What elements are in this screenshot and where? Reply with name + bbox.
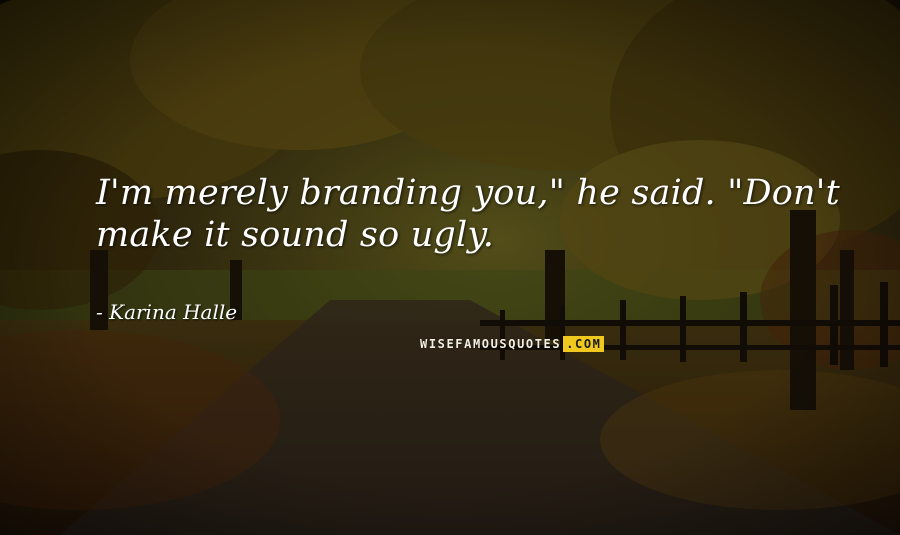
author-name: Karina Halle: [109, 300, 238, 324]
quote-image: I'm merely branding you," he said. "Don'…: [0, 0, 900, 535]
author-dash: -: [96, 300, 110, 324]
watermark-logo: WISEFAMOUSQUOTES .COM: [420, 336, 604, 352]
watermark-main: WISEFAMOUSQUOTES: [420, 337, 562, 351]
quote-text: I'm merely branding you," he said. "Don'…: [96, 173, 840, 255]
quote-author: - Karina Halle: [96, 300, 237, 324]
autumn-path-background: [0, 0, 900, 535]
watermark-tld: .COM: [563, 336, 604, 352]
